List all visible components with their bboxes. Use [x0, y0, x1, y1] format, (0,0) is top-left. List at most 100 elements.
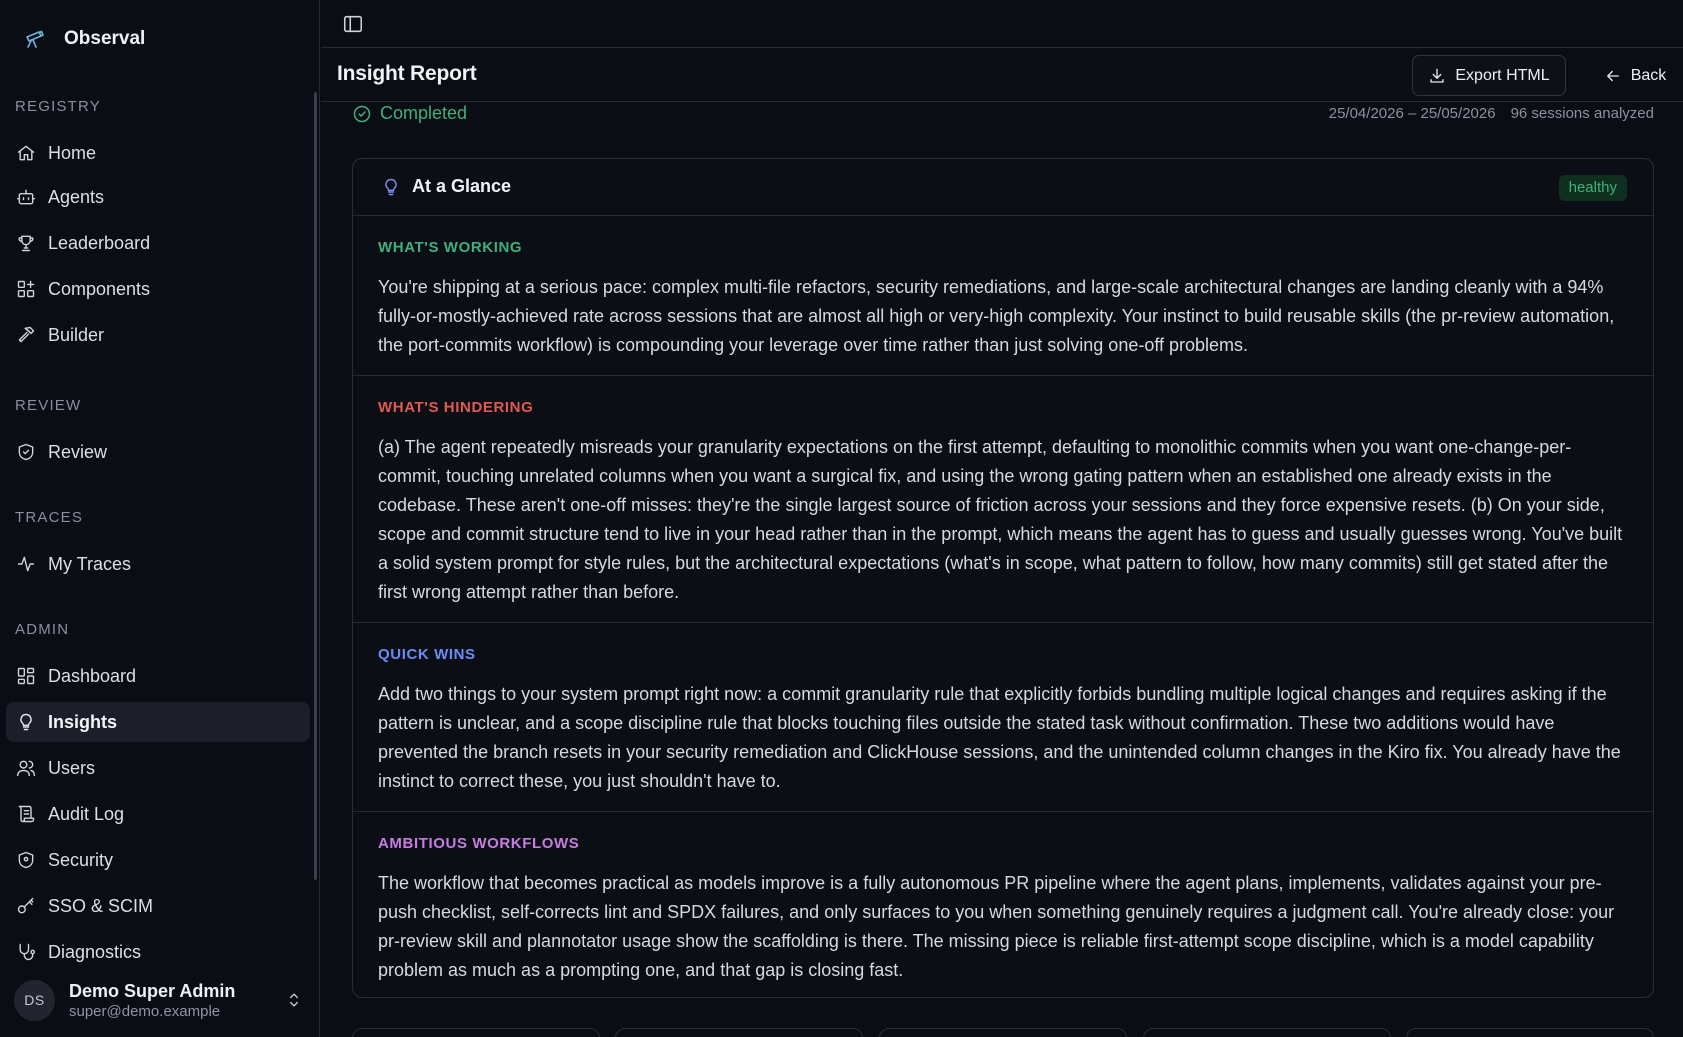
key-icon [17, 897, 34, 914]
report-status-row: Completed 25/04/2026 – 25/05/2026 96 ses… [352, 103, 1654, 127]
chevrons-up-down-icon [289, 993, 299, 1007]
sidebar-scrollbar[interactable] [314, 92, 317, 880]
sidebar-item-security[interactable]: Security [6, 840, 310, 880]
back-button[interactable]: Back [1587, 55, 1683, 96]
arrow-left-icon [1606, 70, 1619, 81]
user-email: super@demo.example [69, 1002, 221, 1020]
section-body: The workflow that becomes practical as m… [378, 873, 1615, 980]
card-header: At a Glance healthy [353, 159, 1653, 216]
bot-icon [16, 189, 36, 205]
sidebar-item-diagnostics[interactable]: Diagnostics [6, 932, 310, 972]
sidebar-item-label: Agents [48, 186, 105, 207]
sidebar-item-label: Dashboard [48, 665, 137, 686]
sidebar-item-dashboard[interactable]: Dashboard [6, 656, 310, 696]
stethoscope-icon [19, 943, 36, 961]
report-meta: 25/04/2026 – 25/05/2026 96 sessions anal… [1329, 105, 1654, 122]
sidebar-item-audit-log[interactable]: Audit Log [6, 794, 310, 834]
check-circle-icon [353, 105, 371, 122]
sidebar-item-label: Components [48, 278, 151, 299]
download-icon [1430, 68, 1445, 83]
nav-section-review: REVIEW Review [0, 395, 320, 472]
sidebar-item-review[interactable]: Review [6, 432, 310, 472]
sidebar-item-sso-scim[interactable]: SSO & SCIM [6, 886, 310, 926]
sidebar-item-label: Review [48, 441, 108, 462]
export-html-button[interactable]: Export HTML [1412, 55, 1566, 96]
date-range: 25/04/2026 – 25/05/2026 [1328, 105, 1496, 122]
stat-card [1143, 1028, 1391, 1037]
user-menu[interactable]: DS Demo Super Admin super@demo.example [14, 977, 304, 1023]
sidebar: Observal REGISTRY Home Agents Leaderboar… [0, 0, 320, 1037]
grid-plus-icon [17, 280, 35, 298]
sidebar-item-label: Users [48, 757, 96, 778]
nav-heading: REVIEW [15, 397, 82, 414]
sidebar-item-label: SSO & SCIM [48, 895, 154, 916]
sidebar-item-label: Home [48, 142, 97, 163]
section-body: You're shipping at a serious pace: compl… [378, 277, 1615, 355]
export-html-label: Export HTML [1455, 66, 1550, 84]
sidebar-item-users[interactable]: Users [6, 748, 310, 788]
stat-card [352, 1028, 600, 1037]
sidebar-toggle-icon[interactable] [342, 13, 364, 35]
section-label: AMBITIOUS WORKFLOWS [378, 835, 580, 852]
section-whats-hindering: WHAT'S HINDERING (a) The agent repeatedl… [353, 376, 1653, 623]
telescope-icon [22, 26, 48, 52]
sidebar-item-insights[interactable]: Insights [6, 702, 310, 742]
nav-heading: REGISTRY [15, 98, 102, 115]
stat-cards-row [352, 1028, 1654, 1037]
stat-card [615, 1028, 863, 1037]
sidebar-item-my-traces[interactable]: My Traces [6, 544, 310, 584]
at-a-glance-card: At a Glance healthy WHAT'S WORKING You'r… [352, 158, 1654, 998]
sidebar-item-label: Diagnostics [48, 941, 142, 962]
nav-section-registry: REGISTRY Home Agents Leaderboard Compone… [0, 96, 320, 355]
user-name: Demo Super Admin [69, 980, 236, 1001]
lightbulb-icon [385, 178, 397, 195]
sidebar-item-label: My Traces [48, 553, 132, 574]
brand-name: Observal [64, 28, 146, 49]
stat-card [879, 1028, 1127, 1037]
sidebar-item-label: Security [48, 849, 114, 870]
trophy-icon [18, 235, 34, 252]
health-badge: healthy [1558, 175, 1627, 201]
section-whats-working: WHAT'S WORKING You're shipping at a seri… [353, 216, 1653, 376]
nav-section-admin: ADMIN Dashboard Insights Users Audit Log… [0, 619, 320, 972]
home-icon [17, 145, 35, 161]
dashboard-icon [17, 667, 35, 685]
sidebar-item-label: Insights [48, 711, 118, 732]
avatar: DS [14, 979, 55, 1021]
sidebar-item-agents[interactable]: Agents [6, 177, 310, 217]
shield-check-icon [18, 443, 34, 461]
lightbulb-icon [20, 713, 32, 731]
sidebar-item-label: Builder [48, 324, 105, 345]
section-label: WHAT'S HINDERING [378, 399, 534, 416]
section-ambitious-workflows: AMBITIOUS WORKFLOWS The workflow that be… [353, 812, 1653, 997]
stat-card [1406, 1028, 1654, 1037]
card-title: At a Glance [381, 176, 511, 197]
brand[interactable]: Observal [22, 24, 145, 54]
users-icon [16, 760, 36, 777]
page-header: Insight Report Export HTML Back [321, 48, 1683, 102]
section-label: QUICK WINS [378, 646, 476, 663]
sidebar-item-components[interactable]: Components [6, 269, 310, 309]
section-quick-wins: QUICK WINS Add two things to your system… [353, 623, 1653, 812]
page-title: Insight Report [337, 62, 477, 85]
card-title-text: At a Glance [412, 176, 512, 196]
nav-heading: TRACES [15, 509, 84, 526]
sidebar-item-leaderboard[interactable]: Leaderboard [6, 223, 310, 263]
status-badge: Completed [352, 103, 467, 124]
sidebar-item-home[interactable]: Home [6, 133, 310, 173]
sidebar-item-label: Leaderboard [48, 232, 151, 253]
activity-icon [17, 556, 35, 572]
status-text: Completed [380, 103, 468, 123]
back-label: Back [1630, 66, 1667, 84]
section-body: (a) The agent repeatedly misreads your g… [378, 437, 1623, 602]
sessions-count: 96 sessions analyzed [1510, 105, 1654, 122]
sidebar-item-label: Audit Log [48, 803, 125, 824]
section-label: WHAT'S WORKING [378, 239, 523, 256]
shield-icon [18, 851, 34, 869]
topbar [321, 0, 1683, 48]
user-info: Demo Super Admin super@demo.example [69, 980, 270, 1021]
nav-heading: ADMIN [15, 621, 70, 638]
section-body: Add two things to your system prompt rig… [378, 684, 1621, 791]
sidebar-item-builder[interactable]: Builder [6, 315, 310, 355]
scroll-icon [18, 805, 35, 823]
